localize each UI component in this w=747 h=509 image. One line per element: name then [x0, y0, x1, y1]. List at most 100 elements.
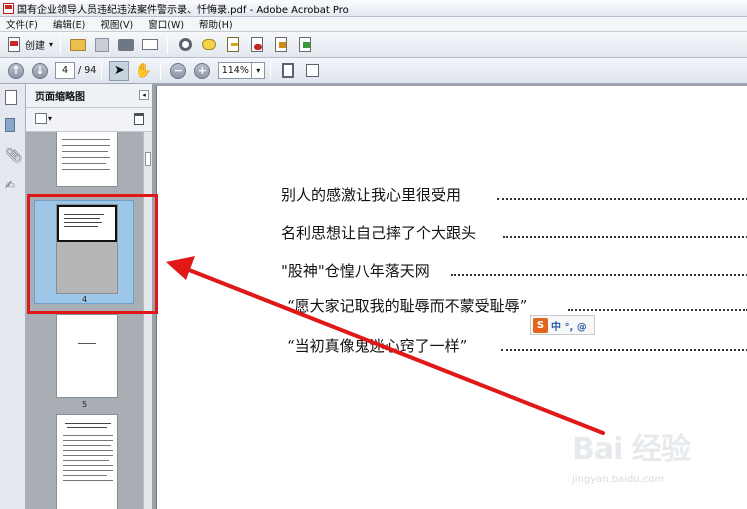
create-pdf-icon	[8, 37, 20, 52]
bookmarks-button[interactable]	[5, 118, 21, 134]
folder-icon	[70, 38, 87, 51]
toc-entry[interactable]: “愿大家记取我的耻辱而不蒙受耻辱”	[287, 295, 527, 316]
minus-icon: −	[170, 62, 187, 79]
watermark-brand: Bai 经验	[572, 432, 691, 467]
toc-entry[interactable]: “当初真像鬼迷心窍了一样”	[287, 335, 467, 356]
print-button[interactable]	[116, 35, 136, 55]
previous-page-button[interactable]: ↑	[6, 61, 26, 81]
navigation-toolbar: ↑ ↓ 4 / 94 ➤ ✋ − + 114% ▾	[0, 58, 747, 84]
printer-icon	[118, 38, 135, 51]
toc-entry[interactable]: 名利思想让自己摔了个大跟头	[281, 222, 476, 243]
signatures-button[interactable]: ✍︎	[5, 178, 21, 194]
fit-page-button[interactable]	[278, 61, 298, 81]
envelope-icon	[142, 39, 159, 50]
comment-icon	[202, 39, 217, 50]
zoom-in-button[interactable]: +	[192, 61, 212, 81]
thumbnails-panel-header: 页面缩略图 ◂	[26, 84, 152, 108]
zoom-input[interactable]: 114%	[218, 62, 253, 79]
toc-leader-dots	[503, 236, 747, 238]
menu-window[interactable]: 窗口(W)	[148, 17, 184, 31]
menu-help[interactable]: 帮助(H)	[199, 17, 233, 31]
toc-leader-dots	[568, 309, 747, 311]
create-label: 创建	[25, 41, 45, 52]
forms-button[interactable]	[271, 35, 291, 55]
attachments-button[interactable]: 📎︎	[5, 148, 23, 164]
trash-icon	[134, 113, 144, 125]
share-button[interactable]	[295, 35, 315, 55]
page-thumbnail[interactable]	[56, 132, 118, 187]
page-thumbnail[interactable]	[56, 414, 118, 509]
create-button[interactable]: 创建 ▾	[8, 35, 53, 55]
email-button[interactable]	[140, 35, 160, 55]
gear-icon	[178, 38, 192, 51]
forms-icon	[275, 37, 288, 52]
title-bar: 国有企业领导人员违纪违法案件警示录、忏悔录.pdf - Adobe Acroba…	[0, 0, 747, 17]
thumbnail-page-number: 5	[81, 400, 88, 409]
settings-button[interactable]	[175, 35, 195, 55]
chevron-down-icon: ▾	[256, 66, 261, 75]
menu-bar: 文件(F) 编辑(E) 视图(V) 窗口(W) 帮助(H)	[0, 17, 747, 32]
navigation-icon-strip: 📎︎ ✍︎	[0, 84, 26, 509]
sign-button[interactable]	[223, 35, 243, 55]
page-number-input[interactable]: 4	[55, 62, 75, 79]
thumbnails-scrollbar[interactable]	[143, 132, 152, 509]
main-toolbar: 创建 ▾	[0, 32, 747, 58]
page-thumbnail[interactable]	[56, 314, 118, 398]
sign-icon	[227, 37, 240, 52]
bookmark-icon	[5, 118, 15, 132]
thumbnails-panel-toolbar: ▾	[26, 108, 152, 132]
toc-leader-dots	[497, 198, 747, 200]
chevron-down-icon: ▾	[48, 114, 53, 123]
ime-mode-label: 中 °, @	[551, 321, 587, 333]
toolbar-divider	[270, 61, 272, 80]
toolbar-divider	[60, 35, 62, 54]
scrollbar-thumb[interactable]	[145, 152, 151, 166]
menu-file[interactable]: 文件(F)	[6, 17, 38, 31]
toc-entry[interactable]: 别人的感激让我心里很受用	[281, 184, 461, 205]
signature-icon: ✍︎	[5, 178, 16, 192]
thumbnail-page-number: 4	[81, 295, 88, 304]
acrobat-app-icon	[3, 2, 14, 14]
open-button[interactable]	[68, 35, 88, 55]
fullscreen-button[interactable]	[302, 61, 322, 81]
pages-icon	[5, 90, 17, 105]
zoom-out-button[interactable]: −	[168, 61, 188, 81]
thumbnail-list[interactable]: 4 5	[26, 132, 143, 509]
fit-page-icon	[282, 63, 295, 78]
fullscreen-icon	[305, 64, 319, 77]
menu-edit[interactable]: 编辑(E)	[53, 17, 85, 31]
baidu-jingyan-watermark: Bai 经验 jingyan.baidu.com	[572, 424, 722, 494]
zoom-dropdown-button[interactable]: ▾	[252, 62, 266, 79]
secure-button[interactable]	[247, 35, 267, 55]
delete-page-button[interactable]	[134, 113, 144, 128]
hand-tool-button[interactable]: ✋	[133, 61, 153, 81]
page-total-label: / 94	[78, 65, 97, 76]
toolbar-divider	[160, 61, 162, 80]
next-page-button[interactable]: ↓	[30, 61, 50, 81]
share-icon	[299, 37, 312, 52]
thumbnail-options-button[interactable]: ▾	[35, 113, 52, 124]
comment-button[interactable]	[199, 35, 219, 55]
watermark-url: jingyan.baidu.com	[572, 474, 665, 485]
thumbnails-panel-title: 页面缩略图	[35, 92, 85, 103]
paperclip-icon: 📎︎	[5, 148, 23, 164]
menu-view[interactable]: 视图(V)	[100, 17, 133, 31]
save-icon	[95, 37, 110, 52]
options-icon	[35, 113, 47, 124]
toolbar-divider	[101, 61, 103, 80]
sogou-ime-icon: S	[533, 317, 548, 333]
collapse-panel-button[interactable]: ◂	[139, 90, 149, 100]
window-title: 国有企业领导人员违纪违法案件警示录、忏悔录.pdf - Adobe Acroba…	[17, 4, 349, 16]
ime-status-bar[interactable]: S 中 °, @	[530, 315, 595, 335]
toc-leader-dots	[451, 274, 747, 276]
toc-leader-dots	[501, 349, 747, 351]
secure-icon	[251, 37, 264, 52]
toc-entry[interactable]: "股神"仓惶八年落天网	[281, 260, 430, 281]
hand-icon: ✋	[134, 62, 153, 79]
cursor-icon: ➤	[113, 63, 125, 78]
page-thumbnail-selected[interactable]	[56, 204, 118, 294]
page-thumbnails-button[interactable]	[5, 90, 21, 106]
select-tool-button[interactable]: ➤	[109, 60, 130, 81]
thumbnails-panel: 页面缩略图 ◂ ▾ 4 5	[26, 84, 152, 509]
save-button[interactable]	[92, 35, 112, 55]
